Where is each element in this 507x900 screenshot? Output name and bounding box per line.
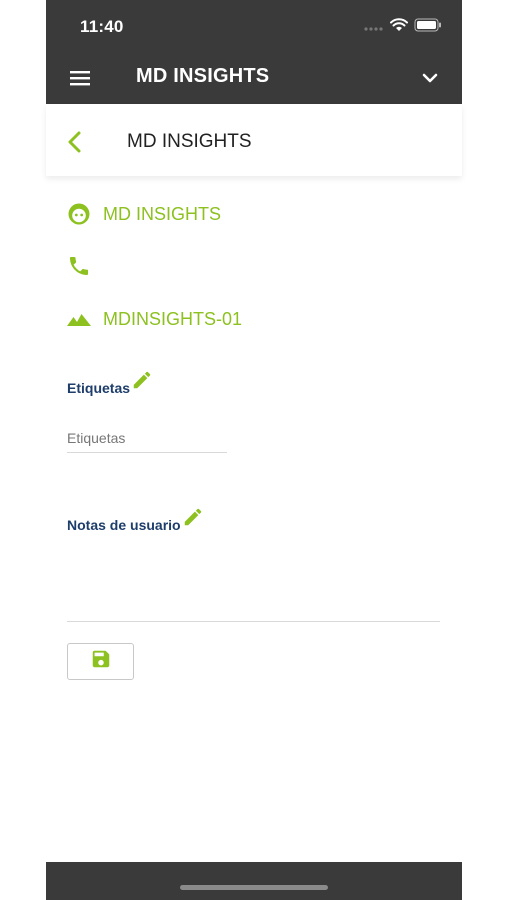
status-bar: 11:40 <box>46 0 462 52</box>
edit-notes-pencil-icon[interactable] <box>182 506 204 528</box>
tags-input[interactable] <box>67 424 227 453</box>
phone-screen: 11:40 MD INSIGHTS MD INSIGHTS MD INSIGHT… <box>46 0 462 900</box>
detail-site: MDINSIGHTS-01 <box>103 308 243 329</box>
wifi-icon <box>390 18 408 37</box>
detail-phone-row <box>66 253 103 279</box>
chevron-down-icon[interactable] <box>420 68 440 88</box>
save-button[interactable] <box>67 643 134 680</box>
home-indicator[interactable] <box>180 885 328 890</box>
notes-label: Notas de usuario <box>67 517 181 533</box>
app-title: MD INSIGHTS <box>136 65 270 87</box>
back-arrow-icon[interactable] <box>64 130 86 154</box>
detail-name: MD INSIGHTS <box>103 203 222 224</box>
detail-site-row: MDINSIGHTS-01 <box>66 306 242 332</box>
status-time: 11:40 <box>80 17 124 36</box>
menu-icon[interactable] <box>68 67 92 89</box>
notes-textarea[interactable] <box>67 545 440 622</box>
face-icon <box>66 201 92 227</box>
tags-label: Etiquetas <box>67 380 131 396</box>
battery-icon <box>414 18 442 37</box>
page-title: MD INSIGHTS <box>127 131 252 152</box>
signal-dots-icon <box>364 19 384 37</box>
edit-tags-pencil-icon[interactable] <box>131 369 153 391</box>
terrain-icon <box>66 306 92 332</box>
sub-header: MD INSIGHTS <box>46 104 462 176</box>
save-icon <box>90 648 112 675</box>
bottom-bar <box>46 862 462 900</box>
detail-name-row: MD INSIGHTS <box>66 201 221 227</box>
app-bar: MD INSIGHTS <box>46 52 462 104</box>
phone-icon[interactable] <box>66 253 92 279</box>
status-icons <box>364 18 442 37</box>
